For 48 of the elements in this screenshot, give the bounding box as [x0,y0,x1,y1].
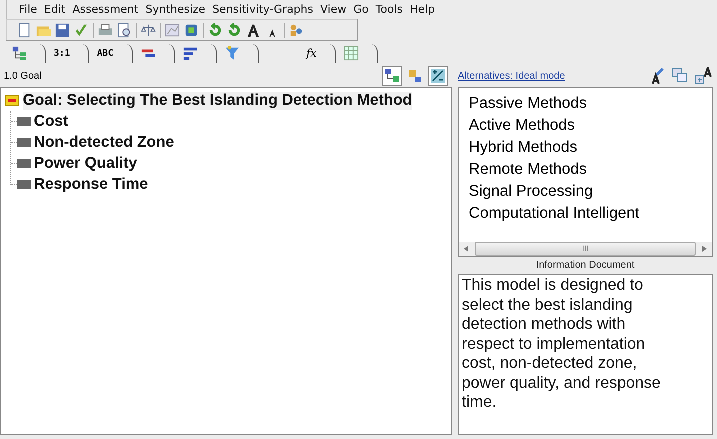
alternative-item[interactable]: Computational Intelligent [469,203,702,225]
tab[interactable]: ABC [89,44,133,63]
alternative-item[interactable]: Active Methods [469,115,702,137]
menu-item[interactable]: View [320,3,347,16]
tree-node[interactable]: Non-detected Zone [34,134,174,152]
node-icon [17,159,31,168]
panel-title: 1.0 Goal [4,70,42,82]
alternative-item[interactable]: Passive Methods [469,93,702,115]
windows-icon[interactable] [671,67,689,85]
menu-item[interactable]: Synthesize [146,3,206,16]
grid-icon [344,46,359,61]
print-preview-icon[interactable] [117,22,132,38]
alternative-item[interactable]: Signal Processing [469,181,702,203]
printer-icon[interactable] [98,22,113,38]
menu-item[interactable]: File [19,3,38,16]
tree-view-icon[interactable] [382,66,402,86]
menu-item[interactable]: Tools [376,3,403,16]
collapse-icon[interactable] [5,95,19,106]
information-text: This model is designed to select the best islanding detection methods with respect to implementation cost, non-detected zone, power quality, and response time. [458,274,713,435]
save-icon[interactable] [55,22,70,38]
menu-item[interactable]: Help [410,3,436,16]
tree-node[interactable]: Power Quality [34,154,138,172]
node-icon [17,180,31,189]
menu-item[interactable]: Assessment [72,3,139,16]
add-icon[interactable] [695,67,713,85]
alternative-item[interactable]: Remote Methods [469,159,702,181]
new-file-icon[interactable] [17,22,32,38]
funnel-icon [224,46,240,61]
refresh-icon[interactable] [208,22,223,38]
tree-node[interactable]: Response Time [34,176,148,194]
tree-node[interactable]: Goal: Selecting The Best Islanding Detection Method [23,92,412,110]
node-icon [17,138,31,147]
tree-icon [12,46,27,61]
alternative-item[interactable]: Hybrid Methods [469,137,702,159]
plus-minus-icon[interactable] [428,66,448,86]
tree-node[interactable]: Cost [34,112,68,130]
tab[interactable]: fx [258,44,336,63]
menu-item[interactable]: Go [354,3,369,16]
tab[interactable]: 3:1 [46,44,90,63]
menu-item[interactable]: Edit [44,3,66,16]
font-larger-icon[interactable] [246,22,261,38]
menu-item[interactable]: Sensitivity-Graphs [212,3,314,16]
section-title: Information Document [535,259,636,273]
node-icon [17,117,31,126]
bars-icon [182,46,198,61]
check-icon[interactable] [74,22,89,38]
balance-icon[interactable] [141,22,156,38]
alternatives-link[interactable]: Alternatives: Ideal mode [458,70,566,82]
